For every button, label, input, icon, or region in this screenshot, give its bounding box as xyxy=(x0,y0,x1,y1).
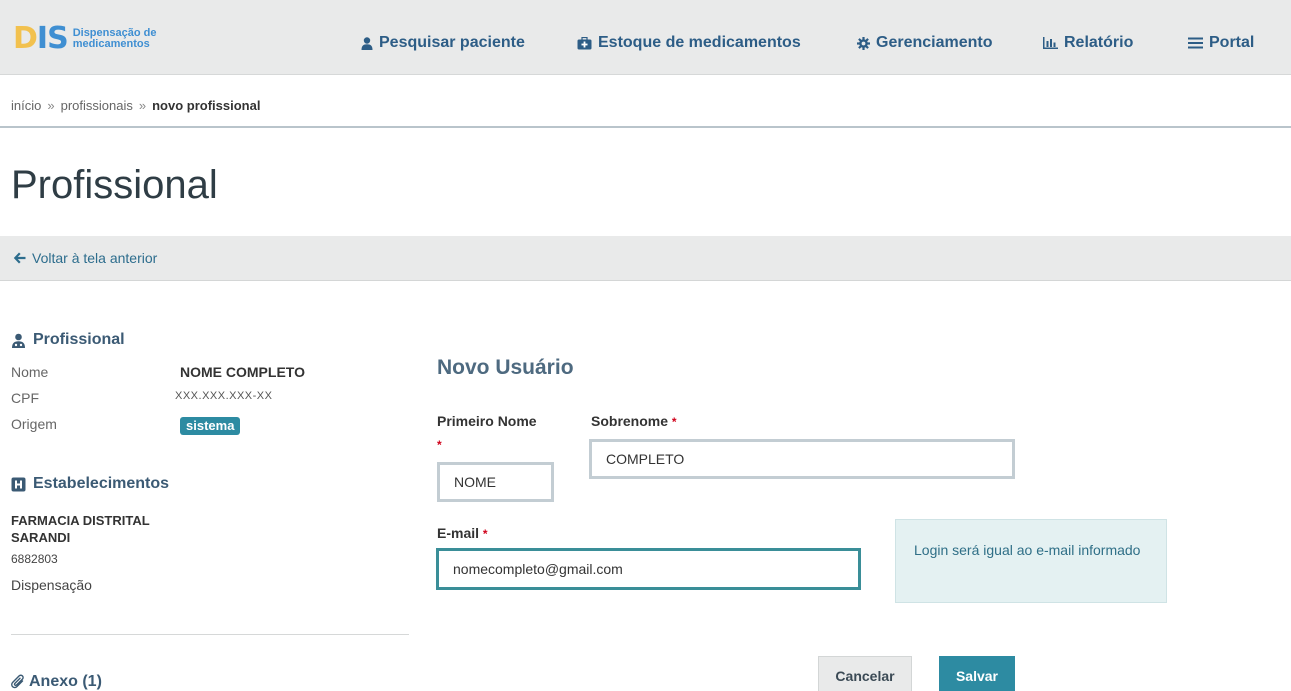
email-label: E-mail * xyxy=(437,525,488,541)
menu-icon xyxy=(1188,37,1203,49)
logo-letters-is: IS xyxy=(36,21,69,56)
back-link-label: Voltar à tela anterior xyxy=(32,250,158,266)
name-value: NOME COMPLETO xyxy=(180,364,305,380)
logo-letter-d: D xyxy=(13,21,38,56)
user-icon xyxy=(361,36,373,50)
first-name-required-mark: * xyxy=(437,436,442,452)
breadcrumb: início » profissionais » novo profissional xyxy=(11,98,260,113)
back-bar: Voltar à tela anterior xyxy=(0,236,1291,281)
establishment-code: 6882803 xyxy=(11,552,58,566)
save-button[interactable]: Salvar xyxy=(939,656,1015,691)
first-name-input[interactable] xyxy=(437,462,554,502)
professional-section-heading: Profissional xyxy=(11,331,125,349)
login-info-box: Login será igual ao e-mail informado xyxy=(895,519,1167,603)
first-name-label: Primeiro Nome xyxy=(437,413,537,429)
nav-portal-label: Portal xyxy=(1209,34,1255,51)
required-mark: * xyxy=(671,415,677,429)
name-label: Nome xyxy=(11,364,49,380)
establishment-type: Dispensação xyxy=(11,577,92,593)
nav-gerenciamento[interactable]: Gerenciamento xyxy=(857,34,992,52)
origin-badge: sistema xyxy=(180,417,241,435)
top-navbar: D IS Dispensação de medicamentos Pesquisa… xyxy=(0,0,1291,75)
nav-estoque-medicamentos-label: Estoque de medicamentos xyxy=(598,34,801,51)
last-name-label-text: Sobrenome xyxy=(591,413,669,429)
breadcrumb-profissionais[interactable]: profissionais xyxy=(61,98,133,113)
required-mark: * xyxy=(482,527,488,541)
establishment-name: FARMACIA DISTRITAL SARANDI xyxy=(11,513,150,545)
page-title: Profissional xyxy=(11,163,218,207)
establishments-heading-label: Estabelecimentos xyxy=(33,475,170,492)
annex-label: Anexo (1) xyxy=(29,673,102,690)
app-logo[interactable]: D IS Dispensação de medicamentos xyxy=(13,24,156,54)
nav-pesquisar-paciente[interactable]: Pesquisar paciente xyxy=(361,34,525,52)
hospital-icon xyxy=(11,477,26,492)
bar-chart-icon xyxy=(1043,37,1058,49)
medkit-icon xyxy=(577,36,592,50)
nav-gerenciamento-label: Gerenciamento xyxy=(876,34,993,51)
email-input[interactable] xyxy=(436,548,861,590)
nav-relatorio-label: Relatório xyxy=(1064,34,1134,51)
nav-relatorio[interactable]: Relatório xyxy=(1043,34,1133,52)
email-label-text: E-mail xyxy=(437,525,480,541)
origin-label: Origem xyxy=(11,416,57,432)
establishments-section-heading: Estabelecimentos xyxy=(11,475,169,493)
breadcrumb-separator: » xyxy=(138,98,147,113)
cancel-button[interactable]: Cancelar xyxy=(818,656,912,691)
breadcrumb-separator: » xyxy=(47,98,55,113)
last-name-input[interactable] xyxy=(589,439,1015,479)
logo-text-line2: medicamentos xyxy=(72,38,150,50)
breadcrumb-current: novo profissional xyxy=(152,98,261,113)
logo-mark: D IS xyxy=(13,21,69,56)
professional-heading-label: Profissional xyxy=(33,331,125,348)
paperclip-icon xyxy=(11,674,25,690)
annex-link[interactable]: Anexo (1) xyxy=(11,673,102,691)
arrow-left-icon xyxy=(13,252,26,264)
nav-pesquisar-paciente-label: Pesquisar paciente xyxy=(379,34,525,51)
last-name-label: Sobrenome * xyxy=(591,413,677,429)
cpf-label: CPF xyxy=(11,390,39,406)
required-mark: * xyxy=(437,438,442,452)
breadcrumb-inicio[interactable]: início xyxy=(11,98,41,113)
back-link[interactable]: Voltar à tela anterior xyxy=(13,250,157,266)
left-panel-divider xyxy=(11,634,409,635)
form-title: Novo Usuário xyxy=(437,356,574,379)
nav-portal[interactable]: Portal xyxy=(1188,34,1254,52)
user-md-icon xyxy=(11,333,26,348)
gear-icon xyxy=(857,36,870,50)
nav-estoque-medicamentos[interactable]: Estoque de medicamentos xyxy=(577,34,801,52)
first-name-label-text: Primeiro Nome xyxy=(437,413,537,429)
cpf-value: XXX.XXX.XXX-XX xyxy=(175,390,273,402)
breadcrumb-divider xyxy=(0,126,1291,128)
logo-text: Dispensação de medicamentos xyxy=(73,28,157,50)
